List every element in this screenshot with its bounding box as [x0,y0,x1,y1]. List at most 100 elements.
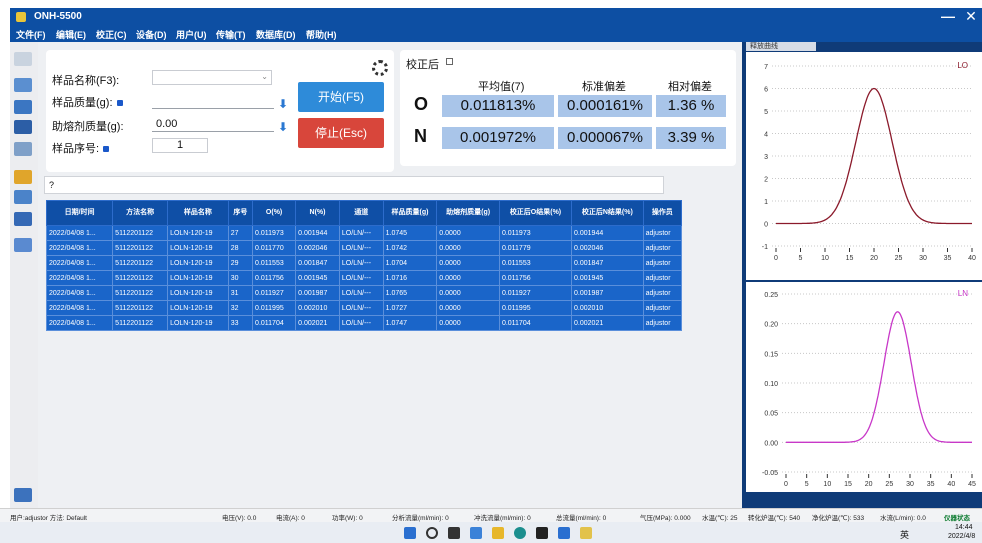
table-header-cell[interactable]: 日期/时间 [45,200,114,226]
search-icon[interactable] [426,527,438,539]
app-window: ONH-5500 — ✕ 文件(F) 编辑(E) 校正(C) 设备(D) 用户(… [0,0,982,543]
table-header-cell[interactable]: 序号 [227,200,254,226]
table-cell: 31 [227,285,254,301]
curve-legend: LO [957,61,968,70]
edge-browser-icon[interactable] [514,527,526,539]
menu-file[interactable]: 文件(F) [16,28,46,41]
table-cell: LOLN-120-19 [167,315,229,331]
close-button[interactable]: ✕ [960,8,982,26]
x-tick-label: 10 [823,481,831,488]
table-row[interactable]: 2022/04/08 1... 5112201122 LOLN-120-19 32 0.… [45,300,683,316]
table-header-cell[interactable]: 校正后N结果(%) [571,200,644,226]
status-instrument[interactable]: 仪器状态 [944,512,970,522]
language-indicator[interactable]: 英 [900,528,909,541]
start-menu-icon[interactable] [404,527,416,539]
stop-button[interactable]: 停止(Esc) [298,118,384,148]
sample-mass-input[interactable] [152,108,274,109]
sample-no-input[interactable]: 1 [152,138,208,153]
store-icon[interactable] [536,527,548,539]
status-water-temp: 水温(℃): 25 [702,515,738,522]
table-cell: 1.0747 [382,315,438,331]
sample-mass-row: 样品质量(g): [52,94,123,110]
table-cell: 28 [227,240,254,256]
onh-app-icon[interactable] [580,527,592,539]
clock-time[interactable]: 14:44 [955,524,973,531]
upload-icon[interactable] [14,488,32,502]
flux-mass-label: 助熔剂质量(g): [52,121,124,133]
curve-tab[interactable]: 释放曲线 [746,42,816,51]
required-marker-icon [103,146,110,153]
side-toolbar [10,42,38,508]
table-row[interactable]: 2022/04/08 1... 5112201122 LOLN-120-19 33 0.… [45,315,683,331]
app-icon[interactable] [558,527,570,539]
search-input[interactable]: ? [44,176,664,194]
table-header-cell[interactable]: N(%) [295,200,340,226]
table-row[interactable]: 2022/04/08 1... 5112201122 LOLN-120-19 30 0.… [45,270,683,286]
transfer-icon[interactable] [14,238,32,252]
table-row[interactable]: 2022/04/08 1... 5112201122 LOLN-120-19 29 0.… [45,255,683,271]
download-arrow-icon[interactable]: ⬇ [278,97,288,111]
table-cell: 2022/04/08 1... [45,255,114,271]
menu-database[interactable]: 数据库(D) [256,28,296,41]
table-cell: 0.011927 [252,285,297,301]
table-cell: 27 [227,225,254,241]
gear-icon[interactable] [372,60,388,76]
table-row[interactable]: 2022/04/08 1... 5112201122 LOLN-120-19 28 0.… [45,240,683,256]
table-header-cell[interactable]: O(%) [252,200,297,226]
furnace-icon[interactable] [14,78,32,92]
menu-bar: 文件(F) 编辑(E) 校正(C) 设备(D) 用户(U) 传输(T) 数据库(… [10,26,982,42]
o-mean: 0.011813% [442,95,554,117]
element-o-label: O [414,94,429,114]
weight-icon[interactable] [14,212,32,226]
balance-icon[interactable] [14,190,32,204]
table-cell: adjustor [642,315,683,331]
table-header-cell[interactable]: 通道 [338,200,384,226]
table-cell: 0.002046 [295,240,340,256]
table-header-cell[interactable]: 助熔剂质量(g) [436,200,500,226]
table-cell: 29 [227,255,254,271]
edit-chart-icon[interactable] [14,142,32,156]
menu-transfer[interactable]: 传输(T) [216,28,246,41]
table-row[interactable]: 2022/04/08 1... 5112201122 LOLN-120-19 27 0.… [45,225,683,241]
after-correction-label: 校正后 [406,59,439,71]
x-tick-label: 35 [927,481,935,488]
flux-mass-input[interactable]: 0.00 [156,118,177,130]
widgets-icon[interactable] [470,527,482,539]
status-current: 电流(A): 0 [276,515,305,522]
table-cell: adjustor [642,300,683,316]
table-cell: 0.0000 [436,285,500,301]
after-correction-checkbox[interactable] [446,58,453,65]
clock-date[interactable]: 2022/4/8 [948,533,975,540]
sample-no-row: 样品序号: [52,140,110,156]
table-cell: LOLN-120-19 [167,285,229,301]
table-cell: 0.002021 [571,315,644,331]
minimize-button[interactable]: — [937,8,959,26]
table-cell: 0.0000 [436,240,500,256]
table-header-cell[interactable]: 样品质量(g) [382,200,438,226]
menu-help[interactable]: 帮助(H) [306,28,337,41]
table-header-cell[interactable]: 操作员 [642,200,683,226]
return-icon[interactable] [14,100,32,114]
menu-edit[interactable]: 编辑(E) [56,28,86,41]
menu-calibrate[interactable]: 校正(C) [96,28,127,41]
chart-icon[interactable] [14,52,32,66]
sort-icon[interactable] [14,170,32,184]
x-tick-label: 0 [784,481,788,488]
file-explorer-icon[interactable] [492,527,504,539]
table-header-cell[interactable]: 方法名称 [112,200,169,226]
download-arrow-icon[interactable]: ⬇ [278,120,288,134]
menu-device[interactable]: 设备(D) [136,28,167,41]
y-tick-label: 4 [764,132,768,139]
box-icon[interactable] [14,120,32,134]
table-row[interactable]: 2022/04/08 1... 5112201122 LOLN-120-19 31 0.… [45,285,683,301]
sample-name-combo[interactable]: ⌄ [152,70,272,85]
table-header-cell[interactable]: 校正后O结果(%) [498,200,573,226]
task-view-icon[interactable] [448,527,460,539]
x-tick-label: 5 [805,481,809,488]
status-user: 用户:adjustor 方法: Default [10,515,87,522]
rsd-header: 相对偏差 [668,81,712,93]
menu-user[interactable]: 用户(U) [176,28,207,41]
start-button[interactable]: 开始(F5) [298,82,384,112]
y-tick-label: 0.10 [764,381,778,388]
table-header-cell[interactable]: 样品名称 [167,200,229,226]
